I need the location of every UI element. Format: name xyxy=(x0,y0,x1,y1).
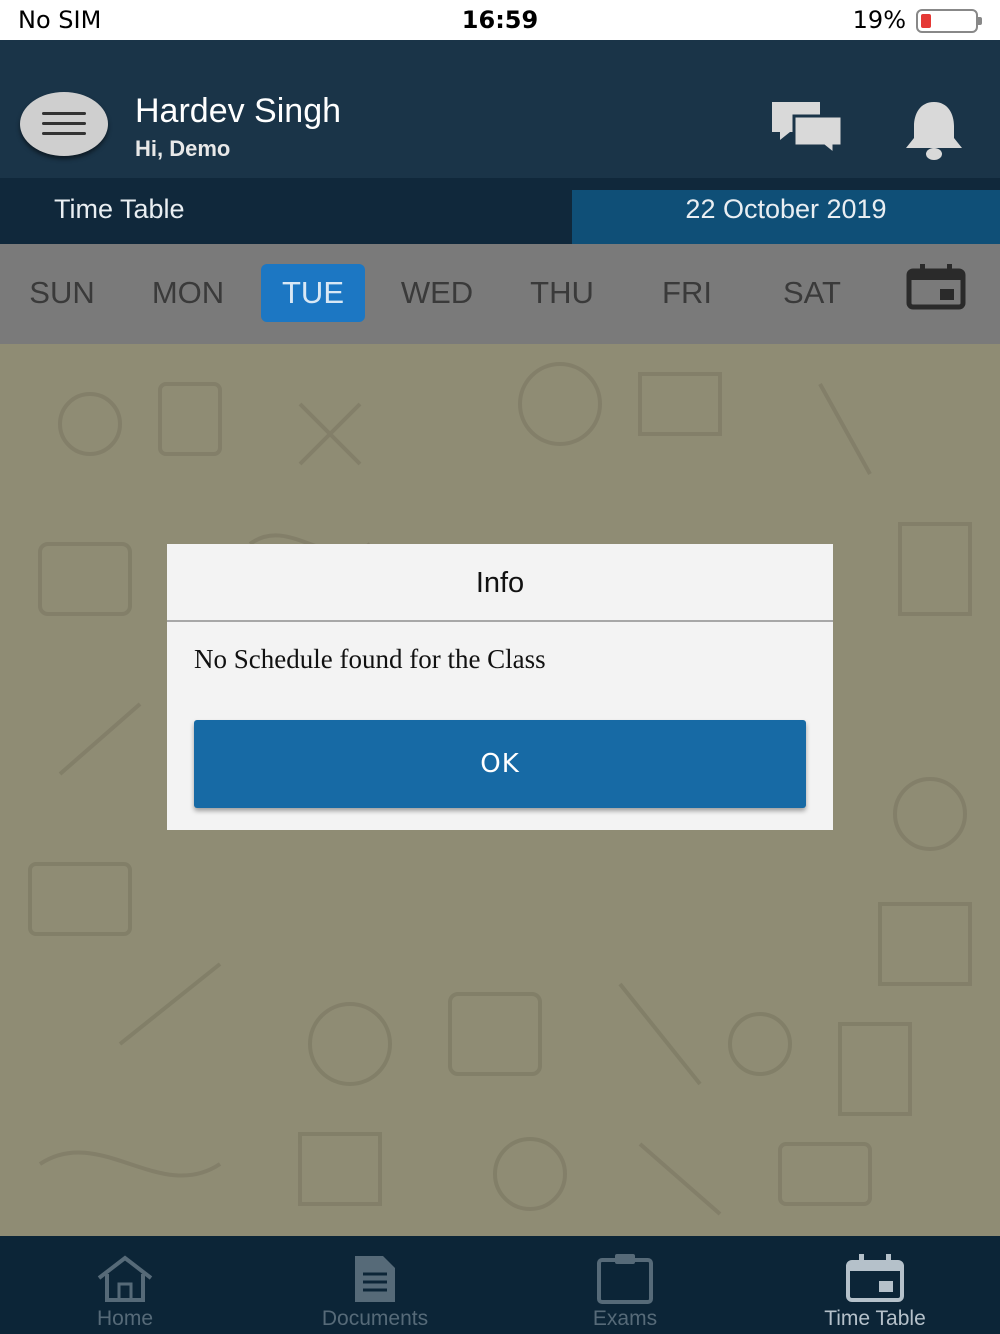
chat-icon[interactable] xyxy=(770,100,844,158)
nav-item-time-table[interactable]: Time Table xyxy=(750,1236,1000,1334)
day-tab-sat[interactable]: SAT xyxy=(760,264,864,322)
clock: 16:59 xyxy=(461,6,539,34)
day-selector: SUN MON TUE WED THU FRI SAT xyxy=(0,244,1000,344)
nav-item-home[interactable]: Home xyxy=(0,1236,250,1334)
nav-label-time-table: Time Table xyxy=(824,1307,926,1330)
home-icon xyxy=(97,1255,153,1302)
greeting-text: Hi, Demo xyxy=(135,136,231,161)
day-tab-tue[interactable]: TUE xyxy=(261,264,365,322)
nav-label-exams: Exams xyxy=(592,1307,658,1330)
day-tab-thu[interactable]: THU xyxy=(510,264,614,322)
battery-percent: 19% xyxy=(852,6,906,34)
battery-icon xyxy=(916,9,982,33)
document-icon xyxy=(355,1256,395,1302)
calendar-picker-icon[interactable] xyxy=(906,264,966,310)
page-title: Time Table xyxy=(54,194,185,224)
nav-label-documents: Documents xyxy=(321,1307,429,1330)
user-name: Hardev Singh xyxy=(135,92,342,130)
app-header: Hardev Singh Hi, Demo xyxy=(0,40,1000,178)
menu-icon-bar xyxy=(42,132,86,135)
menu-button[interactable] xyxy=(20,92,108,156)
dialog-message: No Schedule found for the Class xyxy=(194,644,546,674)
day-tab-mon[interactable]: MON xyxy=(136,264,240,322)
bottom-navigation: Home Documents Exams Time Table xyxy=(0,1236,1000,1334)
day-tab-fri[interactable]: FRI xyxy=(635,264,739,322)
ok-button[interactable]: OK xyxy=(194,720,806,808)
status-bar: No SIM 16:59 19% xyxy=(0,0,1000,40)
menu-icon xyxy=(42,112,86,115)
day-tab-sun[interactable]: SUN xyxy=(10,264,114,322)
page-subheader: Time Table 22 October 2019 xyxy=(0,178,1000,244)
menu-icon-bar xyxy=(42,122,86,125)
nav-item-exams[interactable]: Exams xyxy=(500,1236,750,1334)
calendar-icon xyxy=(846,1254,904,1302)
day-tab-wed[interactable]: WED xyxy=(385,264,489,322)
bell-icon[interactable] xyxy=(900,98,968,162)
clipboard-icon xyxy=(597,1254,653,1304)
nav-item-documents[interactable]: Documents xyxy=(250,1236,500,1334)
dialog-title: Info xyxy=(167,544,833,622)
info-dialog: Info No Schedule found for the Class OK xyxy=(167,544,833,830)
nav-label-home: Home xyxy=(96,1307,154,1330)
selected-date[interactable]: 22 October 2019 xyxy=(572,190,1000,244)
